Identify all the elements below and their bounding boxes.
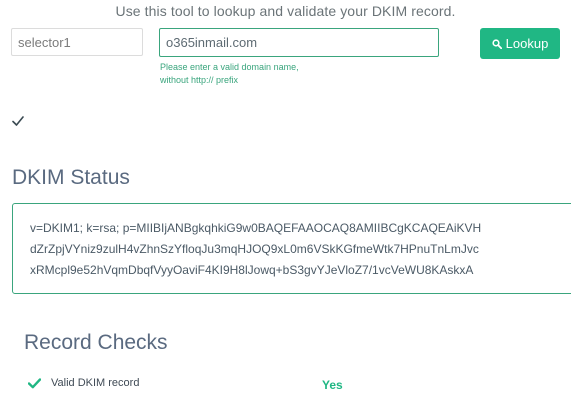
search-icon (492, 38, 502, 49)
dkim-status-title: DKIM Status (12, 166, 130, 189)
domain-hint-line-1: Please enter a valid domain name, (160, 62, 299, 72)
selector-input[interactable] (11, 28, 143, 56)
checkmark-icon (28, 378, 41, 389)
dkim-record-box: v=DKIM1; k=rsa; p=MIIBIjANBgkqhkiG9w0BAQ… (12, 203, 571, 294)
lookup-button-label: Lookup (505, 36, 549, 51)
check-label-valid-dkim: Valid DKIM record (51, 377, 140, 389)
domain-hint-line-2: without http:// prefix (160, 75, 239, 85)
domain-hint: Please enter a valid domain name, withou… (160, 61, 299, 87)
check-icon (12, 116, 24, 126)
lookup-button[interactable]: Lookup (480, 28, 560, 59)
dkim-record-line: dZrZpjVYniz9zulH4vZhnSzYfloqJu3mqHJOQ9xL… (30, 242, 479, 256)
intro-text: Use this tool to lookup and validate you… (115, 3, 456, 19)
dkim-record-line: v=DKIM1; k=rsa; p=MIIBIjANBgkqhkiG9w0BAQ… (30, 221, 482, 235)
dkim-record-line: xRMcpl9e52hVqmDbqfVyyOaviF4KI9H8lJowq+bS… (30, 263, 474, 277)
record-checks-title: Record Checks (24, 331, 168, 354)
check-value-valid-dkim: Yes (322, 378, 343, 392)
domain-input[interactable] (159, 28, 439, 57)
